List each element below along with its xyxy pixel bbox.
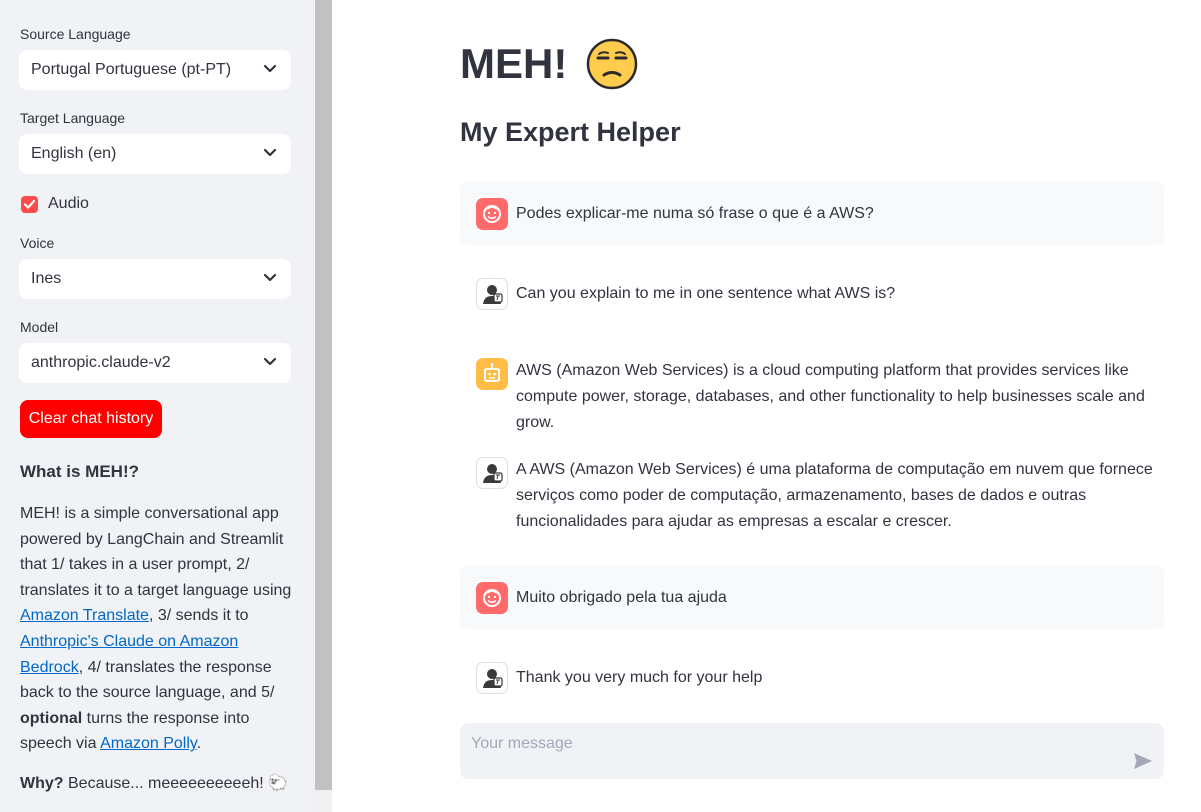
- app-subtitle: My Expert Helper: [460, 117, 681, 147]
- sidebar-scrollbar[interactable]: [315, 0, 332, 812]
- chat-message-text: Can you explain to me in one sentence wh…: [516, 285, 896, 302]
- voice-select[interactable]: Ines: [19, 259, 291, 299]
- model-select[interactable]: anthropic.claude-v2: [19, 343, 291, 383]
- user-avatar-icon: [476, 198, 508, 230]
- chat-message-translation: Can you explain to me in one sentence wh…: [460, 262, 1164, 325]
- chat-message-text: AWS (Amazon Web Services) is a cloud com…: [516, 362, 1145, 431]
- sidebar: Source Language Portugal Portuguese (pt-…: [0, 0, 315, 812]
- chevron-down-icon: [263, 64, 277, 73]
- source-language-select[interactable]: Portugal Portuguese (pt-PT): [19, 50, 291, 90]
- about-text-part: , 3/ sends it to: [148, 607, 249, 625]
- send-icon[interactable]: [1132, 751, 1154, 771]
- voice-label: Voice: [20, 235, 55, 251]
- why-bold: Why?: [20, 775, 64, 792]
- target-language-select[interactable]: English (en): [19, 134, 291, 174]
- chat-message-user: Muito obrigado pela tua ajuda: [460, 566, 1164, 629]
- unamused-face-icon: [586, 38, 638, 90]
- chat-message-translation: A AWS (Amazon Web Services) é uma plataf…: [460, 441, 1164, 553]
- translator-avatar-icon: [476, 662, 508, 694]
- amazon-polly-link[interactable]: Amazon Polly: [100, 735, 197, 752]
- source-language-label: Source Language: [20, 26, 131, 42]
- chat-input[interactable]: [469, 731, 1113, 757]
- about-text-bold: optional: [20, 709, 83, 727]
- chevron-down-icon: [263, 148, 277, 157]
- source-language-value: Portugal Portuguese (pt-PT): [31, 61, 232, 78]
- chat-message-text: A AWS (Amazon Web Services) é uma plataf…: [516, 461, 1153, 530]
- chevron-down-icon: [263, 357, 277, 366]
- about-title: What is MEH!?: [20, 462, 139, 481]
- chat-message-text: Thank you very much for your help: [516, 669, 763, 686]
- checkmark-icon: [23, 199, 36, 209]
- chat-message-text: Muito obrigado pela tua ajuda: [516, 589, 727, 606]
- about-description: MEH! is a simple conversational app powe…: [20, 501, 302, 757]
- user-avatar-icon: [476, 582, 508, 614]
- chat-input-container[interactable]: [460, 723, 1164, 779]
- why-text: Why? Because... meeeeeeeeeeh! 🐑: [20, 773, 288, 793]
- target-language-label: Target Language: [20, 110, 126, 126]
- clear-chat-history-button[interactable]: Clear chat history: [20, 400, 162, 438]
- model-value: anthropic.claude-v2: [31, 354, 171, 371]
- translator-avatar-icon: [476, 457, 508, 489]
- chat-message-user: Podes explicar-me numa só frase o que é …: [460, 182, 1164, 245]
- sidebar-scroll-thumb[interactable]: [315, 0, 332, 790]
- assistant-avatar-icon: [476, 358, 508, 390]
- why-rest: Because... meeeeeeeeeeh! 🐑: [63, 775, 289, 792]
- chat-message-assistant: AWS (Amazon Web Services) is a cloud com…: [460, 342, 1164, 431]
- app-title: MEH!: [460, 40, 568, 87]
- chevron-down-icon: [263, 273, 277, 282]
- model-label: Model: [20, 319, 59, 335]
- chat-message-translation: Thank you very much for your help: [460, 646, 1164, 709]
- translator-avatar-icon: [476, 278, 508, 310]
- audio-checkbox[interactable]: [21, 196, 38, 213]
- audio-checkbox-label: Audio: [48, 195, 89, 212]
- about-text-part: .: [196, 735, 202, 753]
- main-content: MEH! My Expert Helper Podes explicar-me …: [332, 0, 1201, 812]
- voice-value: Ines: [31, 270, 62, 287]
- target-language-value: English (en): [31, 145, 117, 162]
- chat-message-text: Podes explicar-me numa só frase o que é …: [516, 205, 874, 222]
- title-row: MEH!: [460, 38, 638, 98]
- about-text-part: MEH! is a simple conversational app powe…: [20, 505, 292, 599]
- amazon-translate-link[interactable]: Amazon Translate: [20, 607, 149, 624]
